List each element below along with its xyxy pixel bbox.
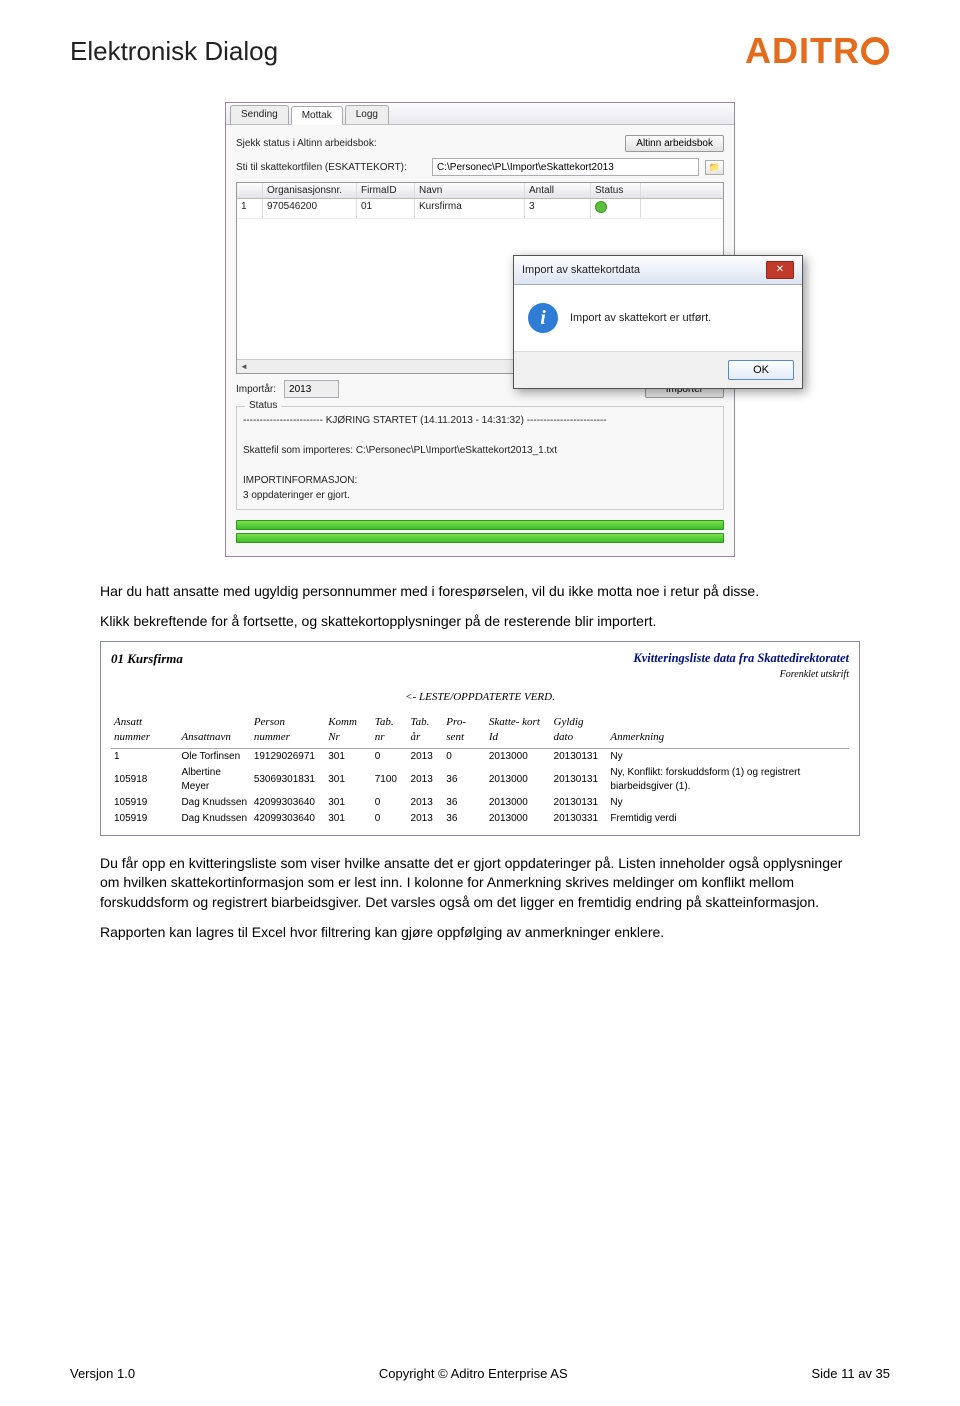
paragraph: Du får opp en kvitteringsliste som viser… bbox=[100, 854, 860, 913]
altinn-workbook-button[interactable]: Altinn arbeidsbok bbox=[625, 135, 724, 152]
logo: ADITR bbox=[745, 30, 890, 72]
page-header: Elektronisk Dialog ADITR bbox=[70, 30, 890, 72]
label-check-status: Sjekk status i Altinn arbeidsbok: bbox=[236, 138, 426, 149]
report-section: <- LESTE/OPPDATERTE VERD. bbox=[111, 690, 849, 705]
report-firm: 01 Kursfirma bbox=[111, 650, 183, 668]
table-row: 105918Albertine Meyer5306930183130171002… bbox=[111, 765, 849, 795]
dialog-title: Import av skattekortdata bbox=[522, 264, 640, 276]
status-panel: Status ------------------------ KJØRING … bbox=[236, 406, 724, 510]
label-path: Sti til skattekortfilen (ESKATTEKORT): bbox=[236, 162, 426, 173]
receipt-report: 01 Kursfirma Kvitteringsliste data fra S… bbox=[100, 641, 860, 836]
status-legend: Status bbox=[245, 400, 281, 411]
import-grid: Organisasjonsnr. FirmaID Navn Antall Sta… bbox=[236, 182, 724, 374]
grid-head-status: Status bbox=[591, 183, 641, 198]
info-icon: i bbox=[528, 303, 558, 333]
page-title: Elektronisk Dialog bbox=[70, 36, 278, 67]
paragraph: Klikk bekreftende for å fortsette, og sk… bbox=[100, 612, 860, 632]
tab-logg[interactable]: Logg bbox=[345, 105, 389, 124]
grid-head-antall: Antall bbox=[525, 183, 591, 198]
grid-head-navn: Navn bbox=[415, 183, 525, 198]
tab-mottak[interactable]: Mottak bbox=[291, 106, 343, 125]
logo-o-icon bbox=[861, 37, 889, 65]
progress-bars bbox=[236, 520, 724, 543]
report-title: Kvitteringsliste data fra Skattedirektor… bbox=[633, 650, 849, 668]
table-row[interactable]: 1 970546200 01 Kursfirma 3 bbox=[237, 199, 723, 219]
grid-head-org: Organisasjonsnr. bbox=[263, 183, 357, 198]
report-subtitle: Forenklet utskrift bbox=[633, 668, 849, 682]
grid-head-index bbox=[237, 183, 263, 198]
footer-page: Side 11 av 35 bbox=[811, 1366, 890, 1381]
info-dialog: Import av skattekortdata ✕ i Import av s… bbox=[513, 255, 803, 389]
import-year-input[interactable] bbox=[284, 380, 339, 398]
footer-version: Versjon 1.0 bbox=[70, 1366, 135, 1381]
browse-icon[interactable]: 📁 bbox=[705, 160, 724, 175]
app-window-screenshot: Sending Mottak Logg Sjekk status i Altin… bbox=[225, 102, 735, 557]
progress-bar-icon bbox=[236, 533, 724, 543]
report-table: Ansatt nummer Ansattnavn Person nummer K… bbox=[111, 713, 849, 827]
table-row: 105919Dag Knudssen4209930364030102013362… bbox=[111, 811, 849, 827]
path-input[interactable] bbox=[432, 158, 699, 176]
dialog-message: Import av skattekort er utført. bbox=[570, 312, 711, 324]
tab-bar: Sending Mottak Logg bbox=[226, 103, 734, 125]
paragraph: Har du hatt ansatte med ugyldig personnu… bbox=[100, 582, 860, 602]
status-log-text: ------------------------ KJØRING STARTET… bbox=[243, 413, 717, 503]
tab-sending[interactable]: Sending bbox=[230, 105, 289, 124]
close-icon[interactable]: ✕ bbox=[766, 261, 794, 279]
status-ok-icon bbox=[595, 201, 607, 213]
page-footer: Versjon 1.0 Copyright © Aditro Enterpris… bbox=[70, 1366, 890, 1381]
grid-head-firmaid: FirmaID bbox=[357, 183, 415, 198]
table-row: 105919Dag Knudssen4209930364030102013362… bbox=[111, 795, 849, 811]
body-text: Har du hatt ansatte med ugyldig personnu… bbox=[100, 582, 860, 942]
scroll-left-icon[interactable]: ◄ bbox=[237, 362, 251, 371]
ok-button[interactable]: OK bbox=[728, 360, 794, 380]
import-year-label: Importår: bbox=[236, 384, 276, 395]
table-row: 1Ole Torfinsen19129026971301020130201300… bbox=[111, 748, 849, 765]
progress-bar-icon bbox=[236, 520, 724, 530]
paragraph: Rapporten kan lagres til Excel hvor filt… bbox=[100, 923, 860, 943]
footer-copyright: Copyright © Aditro Enterprise AS bbox=[379, 1366, 568, 1381]
